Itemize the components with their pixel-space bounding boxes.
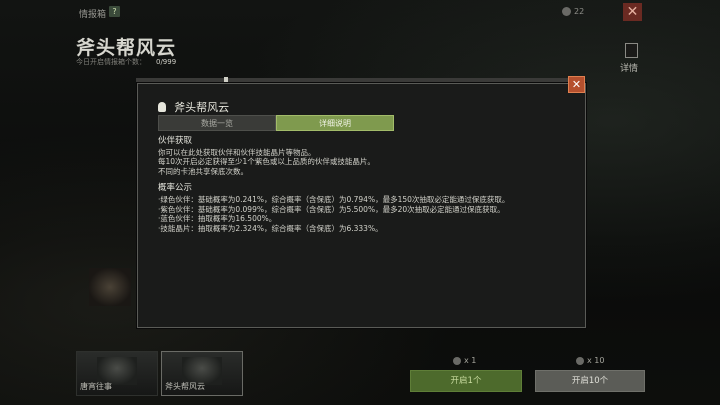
skull-icon [158, 101, 166, 112]
pool-card-label: 斧头帮风云 [165, 382, 205, 391]
text-line: ·绿色伙伴：基础概率为0.241%，综合概率（含保底）为0.794%，最多150… [158, 194, 510, 204]
top-bar: 情报箱 ? 22 ✕ [0, 0, 720, 26]
pool-card-label: 唐宵往事 [80, 382, 112, 391]
text-line: ·蓝色伙伴：抽取概率为16.500%。 [158, 214, 277, 224]
banner-name: 斧头帮风云 [76, 37, 177, 59]
ticket-cost-1: x 1 [453, 356, 476, 365]
pool-card-selected[interactable]: 斧头帮风云 [161, 351, 243, 396]
dialog-content: 伙伴获取 你可以在此处获取伙伴和伙伴技能晶片等物品。 每10次开启必定获得至少1… [158, 136, 568, 233]
text-line: ·紫色伙伴：基础概率为0.099%，综合概率（含保底）为5.500%，最多20次… [158, 204, 505, 214]
daily-open-count: 今日开启情报箱个数： 0/999 [76, 57, 176, 67]
daily-open-value: 0/999 [156, 58, 177, 66]
crate-image [89, 268, 131, 306]
currency-value: 22 [574, 7, 585, 16]
open-10-button[interactable]: 开启10个 [535, 370, 645, 392]
ticket-cost-10: x 10 [576, 356, 604, 365]
page-title: 情报箱 [79, 10, 107, 20]
pool-card[interactable]: 唐宵往事 [76, 351, 158, 396]
tab-detailed-explanation[interactable]: 详细说明 [276, 115, 394, 131]
dialog-header: 斧头帮风云 [158, 96, 229, 115]
dialog-title: 斧头帮风云 [174, 100, 230, 114]
daily-open-label: 今日开启情报箱个数： [76, 58, 146, 66]
text-line: ·技能晶片：抽取概率为2.324%，综合概率（含保底）为6.333%。 [158, 223, 383, 233]
close-icon[interactable]: ✕ [623, 3, 642, 21]
text-line: 不同的卡池共享保底次数。 [158, 166, 248, 176]
ticket-icon [576, 356, 584, 365]
ticket-cost-1-value: x 1 [464, 356, 477, 365]
open-1-button[interactable]: 开启1个 [410, 370, 522, 392]
scroll-strip [136, 77, 576, 83]
dialog-tabs: 数据一览 详细说明 [158, 115, 394, 131]
detail-button-label[interactable]: 详情 [620, 61, 638, 74]
tab-data-overview[interactable]: 数据一览 [158, 115, 276, 131]
text-line: 你可以在此处获取伙伴和伙伴技能晶片等物品。 [158, 147, 316, 157]
dialog-close-button[interactable]: ✕ [568, 76, 585, 93]
detail-icon[interactable] [625, 43, 638, 58]
section-heading-partner: 伙伴获取 [158, 136, 193, 146]
help-icon[interactable]: ? [109, 6, 120, 17]
coin-icon [562, 7, 571, 16]
ticket-cost-10-value: x 10 [587, 356, 605, 365]
ticket-icon [453, 356, 461, 365]
section-heading-probability: 概率公示 [158, 183, 193, 194]
currency-display: 22 [562, 7, 584, 16]
text-line: 每10次开启必定获得至少1个紫色或以上品质的伙伴或技能晶片。 [158, 157, 375, 167]
